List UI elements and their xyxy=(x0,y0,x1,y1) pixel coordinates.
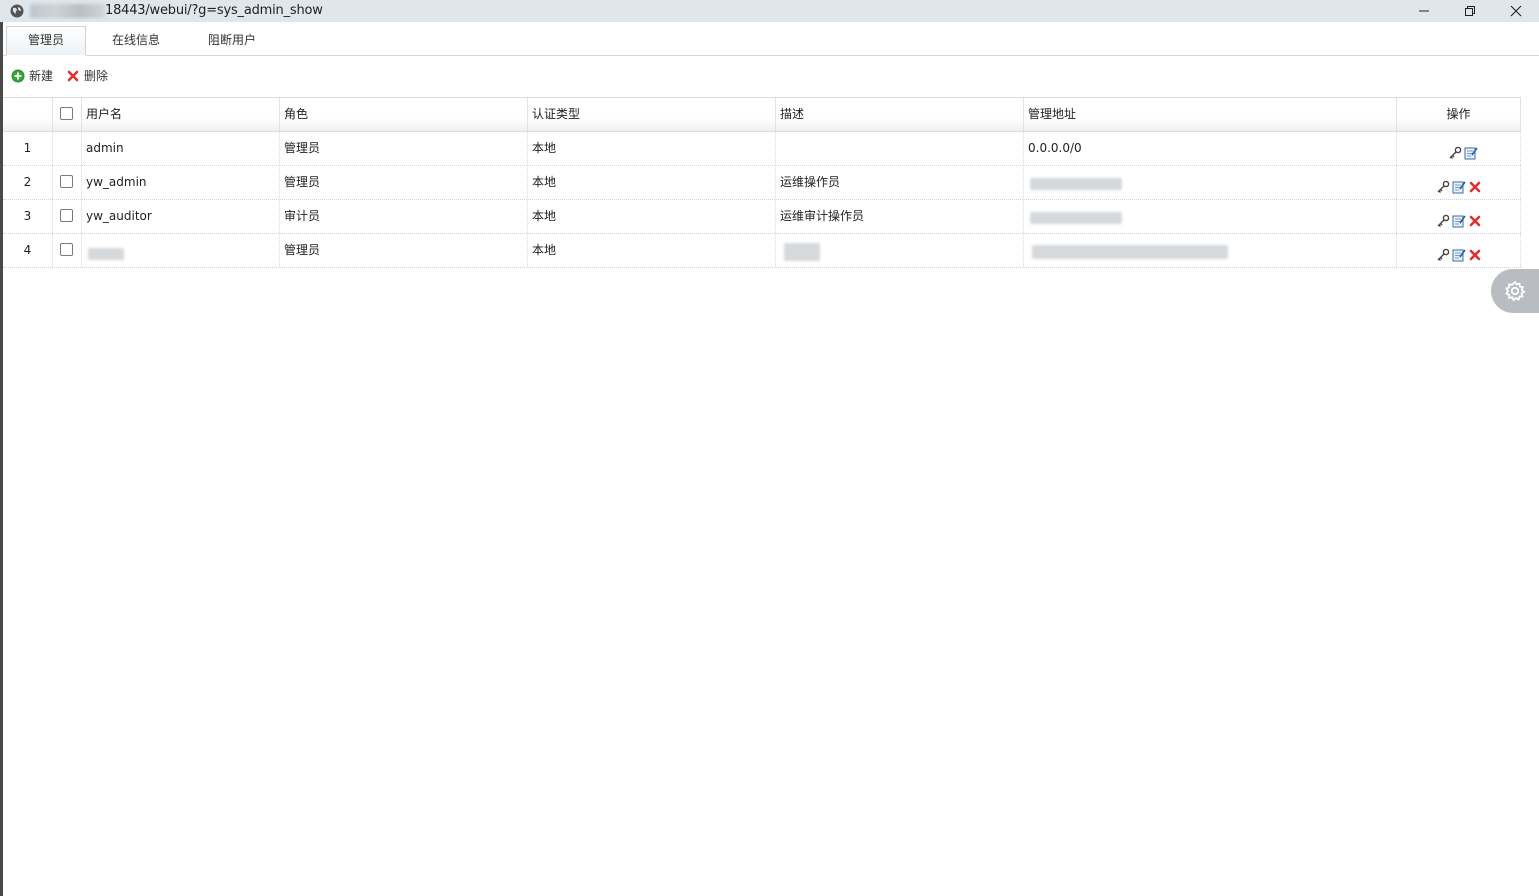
delete-row-icon[interactable] xyxy=(1468,242,1482,261)
table-row[interactable]: 2 yw_admin 管理员 本地 运维操作员 xyxy=(3,166,1521,200)
edit-icon[interactable] xyxy=(1452,208,1466,228)
restore-button[interactable] xyxy=(1447,0,1493,22)
delete-button[interactable]: 删除 xyxy=(66,64,116,88)
edit-icon[interactable] xyxy=(1464,140,1478,160)
row-auth-type: 本地 xyxy=(528,234,776,267)
redacted-username xyxy=(88,248,124,260)
select-all-checkbox[interactable] xyxy=(60,107,73,120)
minimize-icon xyxy=(1419,10,1429,12)
row-username xyxy=(82,234,280,267)
table-row[interactable]: 1 admin 管理员 本地 0.0.0.0/0 xyxy=(3,132,1521,166)
settings-button[interactable] xyxy=(1491,269,1539,313)
close-button[interactable] xyxy=(1493,0,1539,22)
gear-icon xyxy=(1505,280,1526,302)
row-description xyxy=(776,234,1024,267)
header-checkbox-cell xyxy=(53,98,82,131)
row-checkbox-cell xyxy=(53,132,82,165)
header-auth-type[interactable]: 认证类型 xyxy=(528,98,776,131)
row-address xyxy=(1024,234,1397,267)
key-icon[interactable] xyxy=(1448,140,1462,159)
window-title-bar: 18443/webui/?g=sys_admin_show xyxy=(0,0,1539,23)
delete-row-icon[interactable] xyxy=(1468,174,1482,193)
tab-blocked-users[interactable]: 阻断用户 xyxy=(195,27,269,54)
row-auth-type: 本地 xyxy=(528,166,776,199)
toolbar: 新建 删除 xyxy=(3,64,603,88)
row-number: 2 xyxy=(3,166,53,199)
close-icon xyxy=(1510,5,1522,17)
redacted-address xyxy=(1030,212,1122,224)
delete-button-label: 删除 xyxy=(84,69,109,83)
minimize-button[interactable] xyxy=(1401,0,1447,22)
header-description[interactable]: 描述 xyxy=(776,98,1024,131)
key-icon[interactable] xyxy=(1436,208,1450,227)
new-button[interactable]: 新建 xyxy=(11,64,61,88)
row-description: 运维操作员 xyxy=(776,166,1024,199)
row-checkbox[interactable] xyxy=(60,175,73,188)
key-icon[interactable] xyxy=(1436,174,1450,193)
row-role: 管理员 xyxy=(280,132,528,165)
header-address[interactable]: 管理地址 xyxy=(1024,98,1397,131)
row-role: 管理员 xyxy=(280,166,528,199)
header-username[interactable]: 用户名 xyxy=(82,98,280,131)
row-number: 3 xyxy=(3,200,53,233)
redacted-address xyxy=(1032,245,1228,259)
row-address: 0.0.0.0/0 xyxy=(1024,132,1397,165)
table-row[interactable]: 4 管理员 本地 xyxy=(3,234,1521,268)
row-checkbox-cell xyxy=(53,200,82,233)
row-description: 运维审计操作员 xyxy=(776,200,1024,233)
edit-icon[interactable] xyxy=(1452,242,1466,262)
tab-administrators[interactable]: 管理员 xyxy=(6,26,86,56)
key-icon[interactable] xyxy=(1436,242,1450,261)
row-number: 1 xyxy=(3,132,53,165)
row-actions xyxy=(1397,234,1521,267)
row-role: 审计员 xyxy=(280,200,528,233)
row-auth-type: 本地 xyxy=(528,132,776,165)
row-actions xyxy=(1397,166,1521,199)
edit-icon[interactable] xyxy=(1452,174,1466,194)
header-row-number xyxy=(3,98,53,131)
table-row[interactable]: 3 yw_auditor 审计员 本地 运维审计操作员 xyxy=(3,200,1521,234)
redacted-description xyxy=(784,243,820,261)
row-auth-type: 本地 xyxy=(528,200,776,233)
row-username: yw_auditor xyxy=(82,200,280,233)
row-actions xyxy=(1397,200,1521,233)
redacted-host xyxy=(30,4,105,18)
row-role: 管理员 xyxy=(280,234,528,267)
window-url: 18443/webui/?g=sys_admin_show xyxy=(105,3,323,18)
row-address xyxy=(1024,166,1397,199)
row-address xyxy=(1024,200,1397,233)
tab-online-info[interactable]: 在线信息 xyxy=(99,27,173,54)
header-actions: 操作 xyxy=(1397,98,1521,131)
delete-row-icon[interactable] xyxy=(1468,208,1482,227)
table-header: 用户名 角色 认证类型 描述 管理地址 操作 xyxy=(3,97,1521,132)
delete-x-icon xyxy=(67,70,79,82)
header-role[interactable]: 角色 xyxy=(280,98,528,131)
row-description xyxy=(776,132,1024,165)
row-checkbox-cell xyxy=(53,234,82,267)
add-circle-icon xyxy=(11,69,25,83)
row-checkbox[interactable] xyxy=(60,209,73,222)
tab-bar: 管理员 在线信息 阻断用户 xyxy=(3,22,1539,56)
restore-icon xyxy=(1465,6,1475,16)
new-button-label: 新建 xyxy=(29,69,54,83)
row-checkbox[interactable] xyxy=(60,243,73,256)
admin-table: 用户名 角色 认证类型 描述 管理地址 操作 1 admin 管理员 本地 0.… xyxy=(3,97,1521,268)
row-number: 4 xyxy=(3,234,53,267)
row-checkbox-cell xyxy=(53,166,82,199)
redacted-address xyxy=(1030,178,1122,190)
row-actions xyxy=(1397,132,1521,165)
row-username: admin xyxy=(82,132,280,165)
row-username: yw_admin xyxy=(82,166,280,199)
globe-icon xyxy=(10,4,24,18)
